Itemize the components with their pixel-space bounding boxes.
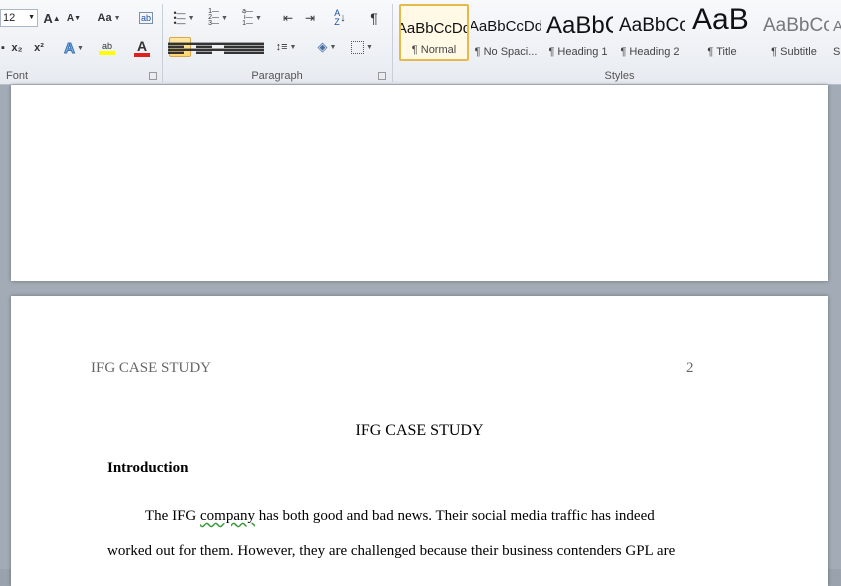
bullets-icon: •— •— •— <box>173 7 186 28</box>
highlight-button[interactable]: ab <box>92 38 122 58</box>
style-no-spacing[interactable]: AaBbCcDd ¶ No Spaci... <box>471 4 541 61</box>
clear-formatting-button[interactable]: ab <box>136 8 156 28</box>
show-marks-button[interactable]: ¶ <box>364 8 384 28</box>
borders-icon <box>351 40 365 54</box>
pilcrow-icon: ¶ <box>370 10 378 26</box>
highlight-swatch <box>99 51 115 55</box>
sort-button[interactable]: A Z ↓ <box>330 8 350 28</box>
font-color-button[interactable]: A <box>126 38 158 58</box>
page-1[interactable] <box>11 85 828 281</box>
style-sample: AaBbCc. <box>763 15 829 36</box>
numbering-icon: 1— 2— 3— <box>208 8 219 27</box>
bullets-button[interactable]: •— •— •— ▼ <box>170 8 198 28</box>
style-name: ¶ Subtitle <box>771 46 817 58</box>
change-case-button[interactable]: Aa ▼ <box>96 8 122 28</box>
shrink-font-button[interactable]: A ▼ <box>64 8 84 28</box>
chevron-down-icon: ▼ <box>28 14 35 21</box>
body-line-2[interactable]: worked out for them. However, they are c… <box>107 543 675 560</box>
line-spacing-icon: ↕≡ <box>275 41 288 53</box>
style-name: ¶ No Spaci... <box>474 46 538 58</box>
style-sample: AaBbCc <box>546 12 613 39</box>
page-header-title: IFG CASE STUDY <box>91 360 212 376</box>
font-group: 12 ▼ A ▲ A ▼ Aa ▼ ab ▪ x₂ x² A ▼ ab A Font <box>0 0 160 84</box>
align-left-icon: ▬▬▬ ▬▬ ▬▬▬ ▬▬ <box>168 38 192 56</box>
group-separator <box>162 4 163 82</box>
borders-button[interactable]: ▼ <box>348 37 376 57</box>
document-area[interactable]: IFG CASE STUDY 2 IFG CASE STUDY Introduc… <box>0 85 841 586</box>
font-size-box[interactable]: 12 ▼ <box>0 9 38 27</box>
text-effects-button[interactable]: A ▼ <box>60 38 88 58</box>
page-2[interactable]: IFG CASE STUDY 2 IFG CASE STUDY Introduc… <box>11 296 828 586</box>
group-separator <box>392 4 393 82</box>
paint-bucket-icon: ◈ <box>317 39 328 54</box>
font-color-swatch <box>134 52 150 57</box>
font-group-label: Font <box>6 70 29 82</box>
change-case-icon: Aa <box>97 12 112 24</box>
line-spacing-button[interactable]: ↕≡ ▼ <box>272 37 300 57</box>
increase-indent-button[interactable]: ⇥ <box>300 8 320 28</box>
decrease-indent-button[interactable]: ⇤ <box>278 8 298 28</box>
subscript-icon: x₂ <box>11 42 23 54</box>
grow-font-icon: A <box>43 10 53 26</box>
shrink-font-icon: A <box>66 12 75 24</box>
align-right-button[interactable]: ▬▬▬ ▬▬ ▬▬▬ ▬▬ <box>216 37 240 57</box>
align-center-button[interactable]: ▬▬▬ ▬▬ ▬▬▬ ▬▬ <box>192 37 216 57</box>
body-text: has both good and bad news. Their social… <box>254 508 655 524</box>
shading-button[interactable]: ◈ ▼ <box>312 37 342 57</box>
style-name: S <box>833 46 841 58</box>
text-effects-icon: A <box>64 39 76 57</box>
style-normal[interactable]: AaBbCcDd ¶ Normal <box>399 4 469 61</box>
bullet-fragment-icon: ▪ <box>1 42 5 54</box>
style-title[interactable]: AaB ¶ Title <box>687 4 757 61</box>
style-subtitle[interactable]: AaBbCc. ¶ Subtitle <box>759 4 829 61</box>
subscript-button[interactable]: x₂ <box>8 38 26 58</box>
superscript-icon: x² <box>34 42 44 54</box>
document-title[interactable]: IFG CASE STUDY <box>11 422 828 440</box>
align-right-icon: ▬▬▬ ▬▬ ▬▬▬ ▬▬ <box>216 38 240 56</box>
style-sample: AaBbCcDd <box>471 17 541 35</box>
multilevel-list-icon: a— i— 1— <box>242 8 253 27</box>
style-partial[interactable]: A S <box>831 4 841 61</box>
font-dialog-launcher[interactable] <box>149 72 157 80</box>
body-text: The IFG <box>145 508 200 524</box>
clear-formatting-icon: ab <box>138 12 153 24</box>
justify-button[interactable]: ▬▬▬ ▬▬▬ ▬▬▬ ▬▬▬ <box>240 37 264 57</box>
style-sample: AaBbCc <box>619 15 685 36</box>
paragraph-group-label: Paragraph <box>251 70 303 82</box>
justify-icon: ▬▬▬ ▬▬▬ ▬▬▬ ▬▬▬ <box>240 38 264 56</box>
ribbon: 12 ▼ A ▲ A ▼ Aa ▼ ab ▪ x₂ x² A ▼ ab A Font <box>0 0 841 85</box>
grammar-flagged-word[interactable]: company <box>200 508 255 524</box>
style-sample: AaBbCcDd <box>401 19 467 37</box>
grow-font-button[interactable]: A ▲ <box>42 8 62 28</box>
align-center-icon: ▬▬▬ ▬▬ ▬▬▬ ▬▬ <box>192 38 216 56</box>
increase-indent-icon: ⇥ <box>304 11 316 25</box>
align-left-button[interactable]: ▬▬▬ ▬▬ ▬▬▬ ▬▬ <box>168 37 192 57</box>
styles-gallery: AaBbCcDd ¶ Normal AaBbCcDd ¶ No Spaci...… <box>398 4 841 64</box>
multilevel-list-button[interactable]: a— i— 1— ▼ <box>238 8 266 28</box>
section-heading[interactable]: Introduction <box>107 460 188 477</box>
style-name: ¶ Normal <box>411 44 457 56</box>
style-sample: A <box>833 17 841 35</box>
body-line-1[interactable]: The IFG company has both good and bad ne… <box>145 508 655 525</box>
style-name: ¶ Heading 2 <box>620 46 680 58</box>
style-name: ¶ Title <box>707 46 737 58</box>
paragraph-group: •— •— •— ▼ 1— 2— 3— ▼ a— i— 1— ▼ ⇤ ⇥ A Z ↓ ¶ ▬▬▬ ▬▬… <box>164 0 390 84</box>
styles-group-label: Styles <box>604 70 635 82</box>
style-name: ¶ Heading 1 <box>548 46 608 58</box>
superscript-button[interactable]: x² <box>30 38 48 58</box>
style-sample: AaB <box>692 4 749 36</box>
highlight-icon: ab <box>101 41 112 51</box>
font-color-icon: A <box>136 37 148 54</box>
font-size-value: 12 <box>3 12 16 24</box>
decrease-indent-icon: ⇤ <box>282 11 294 25</box>
style-heading-2[interactable]: AaBbCc ¶ Heading 2 <box>615 4 685 61</box>
numbering-button[interactable]: 1— 2— 3— ▼ <box>204 8 232 28</box>
style-heading-1[interactable]: AaBbCc ¶ Heading 1 <box>543 4 613 61</box>
paragraph-dialog-launcher[interactable] <box>378 72 386 80</box>
page-number: 2 <box>686 360 694 376</box>
